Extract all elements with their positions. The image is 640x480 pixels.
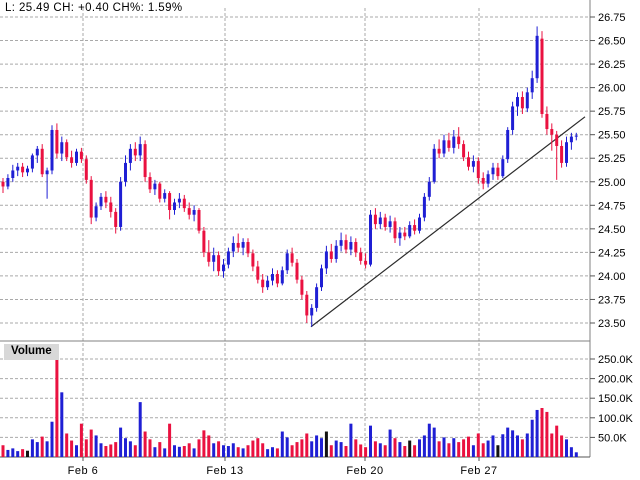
candlesticks xyxy=(1,26,578,327)
svg-text:26.25: 26.25 xyxy=(598,59,626,71)
svg-text:24.25: 24.25 xyxy=(598,247,626,259)
svg-text:26.50: 26.50 xyxy=(598,36,626,48)
svg-text:150.0K: 150.0K xyxy=(598,393,634,405)
date-axis: Feb 6 Feb 13 Feb 20 Feb 27 xyxy=(68,457,497,477)
svg-text:50.0K: 50.0K xyxy=(598,432,627,444)
svg-text:26.75: 26.75 xyxy=(598,12,626,24)
svg-text:Feb 6: Feb 6 xyxy=(68,465,99,477)
svg-text:25.50: 25.50 xyxy=(598,130,626,142)
svg-text:25.25: 25.25 xyxy=(598,153,626,165)
svg-text:24.75: 24.75 xyxy=(598,200,626,212)
gridlines xyxy=(0,8,590,457)
svg-text:24.50: 24.50 xyxy=(598,224,626,236)
svg-text:25.00: 25.00 xyxy=(598,177,626,189)
svg-text:24.00: 24.00 xyxy=(598,271,626,283)
volume-indicator-label[interactable]: Volume xyxy=(4,344,59,360)
trendline[interactable] xyxy=(310,116,586,328)
price-axis: 26.75 26.50 26.25 26.00 25.75 25.50 25.25 25.00… xyxy=(590,12,626,330)
svg-text:250.0K: 250.0K xyxy=(598,354,634,366)
svg-text:26.00: 26.00 xyxy=(598,83,626,95)
svg-text:23.75: 23.75 xyxy=(598,294,626,306)
svg-text:Feb 27: Feb 27 xyxy=(460,465,497,477)
chart-canvas[interactable]: 26.75 26.50 26.25 26.00 25.75 25.50 25.25 25.00… xyxy=(0,0,640,480)
svg-text:Feb 13: Feb 13 xyxy=(206,465,243,477)
quote-summary: L: 25.49 CH: +0.40 CH%: 1.59% xyxy=(5,2,183,14)
svg-text:23.50: 23.50 xyxy=(598,318,626,330)
volume-axis: 250.0K 200.0K 150.0K 100.0K 50.0K xyxy=(590,354,634,444)
svg-text:25.75: 25.75 xyxy=(598,106,626,118)
chart-window: 26.75 26.50 26.25 26.00 25.75 25.50 25.25 25.00… xyxy=(0,0,640,480)
svg-text:Feb 20: Feb 20 xyxy=(346,465,383,477)
volume-bars xyxy=(1,345,578,457)
svg-text:100.0K: 100.0K xyxy=(598,413,634,425)
svg-text:200.0K: 200.0K xyxy=(598,374,634,386)
